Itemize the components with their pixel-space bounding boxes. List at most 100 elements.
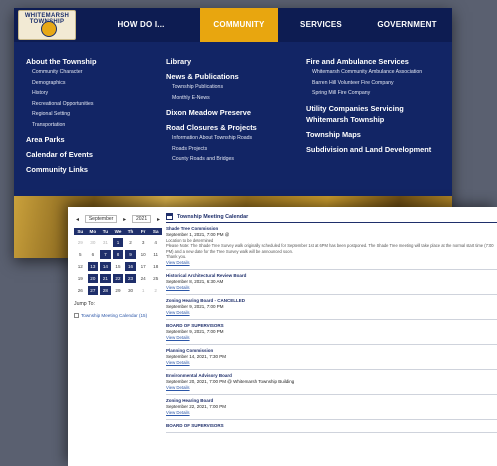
menu-library[interactable]: Library [166, 56, 257, 67]
jump-to-label: Jump To: [74, 301, 95, 307]
calendar-day: 11 [153, 252, 159, 257]
event-item: Shade Tree Commission September 1, 2021, … [166, 223, 497, 270]
calendar-day: 1 [141, 288, 145, 293]
calendar-day: 29 [115, 288, 121, 293]
menu-news-publications[interactable]: News & Publications [166, 71, 257, 82]
calendar-day-with-event[interactable]: 1 [112, 238, 124, 247]
menu-about-township[interactable]: About the Township [26, 56, 96, 67]
calendar-day: 25 [153, 276, 159, 281]
menu-township-roads-info[interactable]: Information About Township Roads [166, 133, 257, 144]
menu-community-links[interactable]: Community Links [26, 164, 96, 175]
menu-regional-setting[interactable]: Regional Setting [26, 109, 96, 120]
menu-county-roads[interactable]: County Roads and Bridges [166, 154, 257, 165]
meeting-calendar-window: ◂ September ▸ 2021 ▸ Su Mo Tu We Th Fr Sa 29 30 3… [68, 207, 497, 466]
calendar-day-with-event[interactable]: 13 [87, 262, 99, 271]
jump-link-township-calendar[interactable]: Township Meeting Calendar (15) [74, 313, 147, 318]
menu-subdivision[interactable]: Subdivision and Land Development [306, 144, 446, 155]
jump-link-text[interactable]: Township Meeting Calendar (15) [81, 313, 147, 318]
menu-history[interactable]: History [26, 88, 96, 99]
day-header: We [111, 228, 125, 235]
calendar-day-with-event[interactable]: 22 [112, 274, 124, 283]
chevron-right-icon[interactable]: ▸ [121, 216, 128, 223]
calendar-checkbox[interactable] [74, 313, 79, 318]
menu-utility-companies[interactable]: Utility Companies Servicing Whitemarsh T… [306, 103, 446, 125]
view-details-link[interactable]: View Details [166, 385, 497, 391]
event-list: Township Meeting Calendar Shade Tree Com… [166, 213, 497, 433]
event-item: BOARD OF SUPERVISORS [166, 420, 497, 433]
event-note: Please Note: The Shade Tree Survey walk … [166, 243, 494, 254]
menu-area-parks[interactable]: Area Parks [26, 134, 96, 145]
menu-township-publications[interactable]: Township Publications [166, 82, 257, 93]
menu-community-character[interactable]: Community Character [26, 67, 96, 78]
year-select[interactable]: 2021 [131, 215, 152, 223]
event-title: BOARD OF SUPERVISORS [166, 422, 224, 428]
calendar-day: 15 [115, 264, 121, 269]
event-item: BOARD OF SUPERVISORS September 9, 2021, 7… [166, 320, 497, 345]
day-header: Sa [149, 228, 162, 235]
calendar-day-with-event[interactable]: 20 [87, 274, 99, 283]
calendar-day: 12 [77, 264, 83, 269]
calendar-day-with-event[interactable]: 16 [125, 262, 136, 271]
menu-column-3: Fire and Ambulance Services Whitemarsh C… [306, 56, 446, 155]
calendar-day-with-event[interactable]: 14 [100, 262, 111, 271]
year-next-icon[interactable]: ▸ [155, 216, 162, 223]
day-header: Th [124, 228, 137, 235]
chevron-left-icon[interactable]: ◂ [74, 216, 81, 223]
calendar-day-with-event[interactable]: 9 [125, 250, 136, 259]
view-details-link[interactable]: View Details [166, 285, 497, 291]
menu-demographics[interactable]: Demographics [26, 78, 96, 89]
menu-column-2: Library News & Publications Township Pub… [166, 56, 257, 165]
nav-community[interactable]: COMMUNITY [200, 8, 278, 42]
view-details-link[interactable]: View Details [166, 410, 497, 416]
calendar-day-with-event[interactable]: 23 [125, 274, 136, 283]
menu-roads-projects[interactable]: Roads Projects [166, 144, 257, 155]
day-header: Tu [99, 228, 112, 235]
view-details-link[interactable]: View Details [166, 360, 497, 366]
month-select[interactable]: September [84, 215, 118, 223]
calendar-day-with-event[interactable]: 28 [100, 286, 111, 295]
event-item: Historical Architectural Review Board Sep… [166, 270, 497, 295]
menu-monthly-enews[interactable]: Monthly E-News [166, 93, 257, 104]
event-item: Zoning Hearing Board September 22, 2021, … [166, 395, 497, 420]
nav-government[interactable]: GOVERNMENT [366, 8, 448, 42]
calendar-day: 30 [90, 240, 96, 245]
top-navigation-bar: WHITEMARSH TOWNSHIP HOW DO I... COMMUNIT… [14, 8, 452, 42]
menu-transportation[interactable]: Transportation [26, 120, 96, 131]
event-item: Environmental Advisory Board September 20… [166, 370, 497, 395]
view-details-link[interactable]: View Details [166, 260, 497, 266]
nav-services[interactable]: SERVICES [292, 8, 350, 42]
calendar-day: 6 [91, 252, 95, 257]
calendar-day: 24 [140, 276, 146, 281]
nav-how-do-i[interactable]: HOW DO I... [104, 8, 178, 42]
menu-column-1: About the Township Community Character D… [26, 56, 96, 175]
calendar-day: 19 [77, 276, 83, 281]
calendar-day: 2 [154, 288, 157, 293]
calendar-day: 18 [153, 264, 159, 269]
day-header: Mo [86, 228, 100, 235]
event-item: Planning Commission September 14, 2021, 7… [166, 345, 497, 370]
calendar-day: 5 [79, 252, 82, 257]
day-header: Su [74, 228, 87, 235]
menu-township-maps[interactable]: Township Maps [306, 129, 446, 140]
calendar-day: 29 [77, 240, 83, 245]
calendar-day: 4 [154, 240, 157, 245]
menu-ambulance-association[interactable]: Whitemarsh Community Ambulance Associati… [306, 67, 446, 78]
calendar-day-with-event[interactable]: 7 [100, 250, 111, 259]
view-details-link[interactable]: View Details [166, 310, 497, 316]
menu-recreational-opportunities[interactable]: Recreational Opportunities [26, 99, 96, 110]
menu-spring-mill-fire[interactable]: Spring Mill Fire Company [306, 88, 446, 99]
calendar-day-with-event[interactable]: 21 [100, 274, 111, 283]
calendar-day: 26 [77, 288, 83, 293]
calendar-day-with-event[interactable]: 8 [112, 250, 124, 259]
menu-road-closures[interactable]: Road Closures & Projects [166, 122, 257, 133]
calendar-day: 17 [140, 264, 146, 269]
menu-fire-ambulance[interactable]: Fire and Ambulance Services [306, 56, 446, 67]
menu-dixon-meadow[interactable]: Dixon Meadow Preserve [166, 107, 257, 118]
view-details-link[interactable]: View Details [166, 335, 497, 341]
event-list-header: Township Meeting Calendar [166, 213, 497, 223]
menu-barren-hill-fire[interactable]: Barren Hill Volunteer Fire Company [306, 78, 446, 89]
township-logo[interactable]: WHITEMARSH TOWNSHIP [18, 10, 76, 40]
calendar-day-with-event[interactable]: 27 [87, 286, 99, 295]
menu-calendar-of-events[interactable]: Calendar of Events [26, 149, 96, 160]
calendar-header: ◂ September ▸ 2021 ▸ [74, 214, 162, 224]
